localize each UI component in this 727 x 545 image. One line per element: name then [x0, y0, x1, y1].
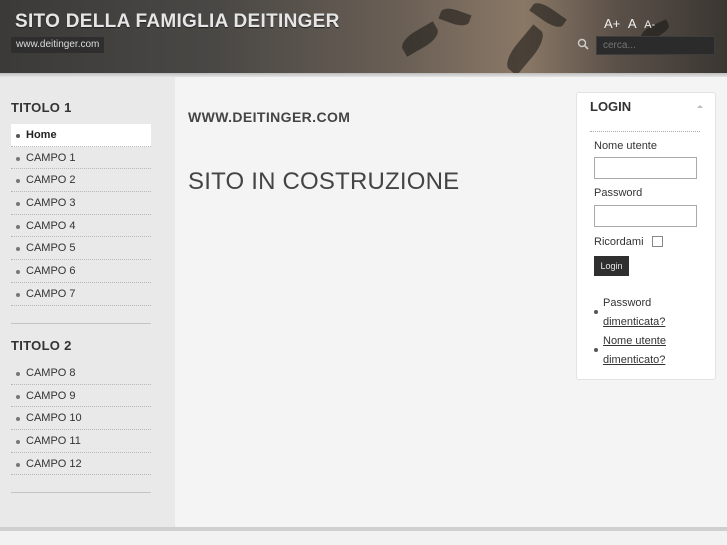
menu-item-campo-7[interactable]: CAMPO 7	[11, 283, 151, 306]
left-sidebar: TITOLO 1 Home CAMPO 1 CAMPO 2 CAMPO 3 CA…	[0, 77, 175, 527]
username-field[interactable]	[594, 157, 697, 179]
menu-item-campo-3[interactable]: CAMPO 3	[11, 192, 151, 215]
menu-item-campo-11[interactable]: CAMPO 11	[11, 430, 151, 453]
search-input[interactable]	[596, 36, 715, 55]
remember-checkbox[interactable]	[652, 236, 663, 247]
search-icon	[577, 38, 589, 50]
menu-title-2: TITOLO 2	[11, 338, 72, 353]
login-title: LOGIN	[590, 99, 632, 114]
font-increase-button[interactable]: A+	[604, 16, 620, 31]
font-size-tools: A+ A A-	[604, 16, 659, 31]
menu-item-campo-4[interactable]: CAMPO 4	[11, 215, 151, 238]
main-content: WWW.DEITINGER.COM SITO IN COSTRUZIONE	[175, 77, 575, 527]
link-bullet	[594, 310, 598, 314]
font-decrease-button[interactable]: A-	[644, 19, 655, 31]
menu-divider	[11, 323, 151, 324]
menu-item-campo-10[interactable]: CAMPO 10	[11, 407, 151, 431]
username-label: Nome utente	[594, 140, 657, 152]
menu-divider	[11, 492, 151, 493]
page-title: SITO IN COSTRUZIONE	[188, 168, 460, 195]
header-leaf-decoration	[398, 21, 442, 57]
menu-item-home[interactable]: Home	[11, 124, 151, 147]
right-sidebar: LOGIN Nome utente Password Ricordami Log…	[575, 77, 727, 527]
login-button[interactable]: Login	[594, 256, 629, 276]
header-leaf-decoration	[438, 5, 472, 29]
remember-label: Ricordami	[594, 236, 644, 248]
forgot-password-link[interactable]: Password dimenticata?	[603, 294, 665, 332]
forgot-password-text[interactable]: dimenticata?	[603, 313, 665, 332]
password-label: Password	[594, 187, 643, 199]
collapse-icon[interactable]	[697, 105, 703, 108]
menu-item-campo-12[interactable]: CAMPO 12	[11, 453, 151, 476]
menu-list-1: Home CAMPO 1 CAMPO 2 CAMPO 3 CAMPO 4 CAM…	[11, 124, 151, 306]
menu-item-campo-2[interactable]: CAMPO 2	[11, 169, 151, 193]
forgot-password-prefix: Password	[603, 297, 652, 309]
header-leaf-decoration	[501, 24, 549, 73]
page-heading: WWW.DEITINGER.COM	[188, 109, 351, 125]
password-field[interactable]	[594, 205, 697, 227]
login-module: LOGIN Nome utente Password Ricordami Log…	[576, 92, 716, 380]
menu-list-2: CAMPO 8 CAMPO 9 CAMPO 10 CAMPO 11 CAMPO …	[11, 362, 151, 476]
site-title[interactable]: SITO DELLA FAMIGLIA DEITINGER	[15, 11, 340, 33]
forgot-username-text-2[interactable]: dimenticato?	[603, 351, 666, 370]
menu-item-campo-6[interactable]: CAMPO 6	[11, 260, 151, 283]
site-url: www.deitinger.com	[11, 37, 105, 53]
forgot-username-link[interactable]: Nome utente dimenticato?	[603, 332, 666, 370]
login-separator	[590, 131, 700, 132]
forgot-username-text-1[interactable]: Nome utente	[603, 332, 666, 351]
site-header: SITO DELLA FAMIGLIA DEITINGER www.deitin…	[0, 0, 727, 73]
menu-item-campo-9[interactable]: CAMPO 9	[11, 385, 151, 408]
menu-item-campo-8[interactable]: CAMPO 8	[11, 362, 151, 385]
font-reset-button[interactable]: A	[628, 16, 637, 31]
menu-title-1: TITOLO 1	[11, 100, 72, 115]
menu-item-campo-1[interactable]: CAMPO 1	[11, 147, 151, 170]
link-bullet	[594, 348, 598, 352]
menu-item-campo-5[interactable]: CAMPO 5	[11, 237, 151, 261]
footer	[0, 531, 727, 545]
